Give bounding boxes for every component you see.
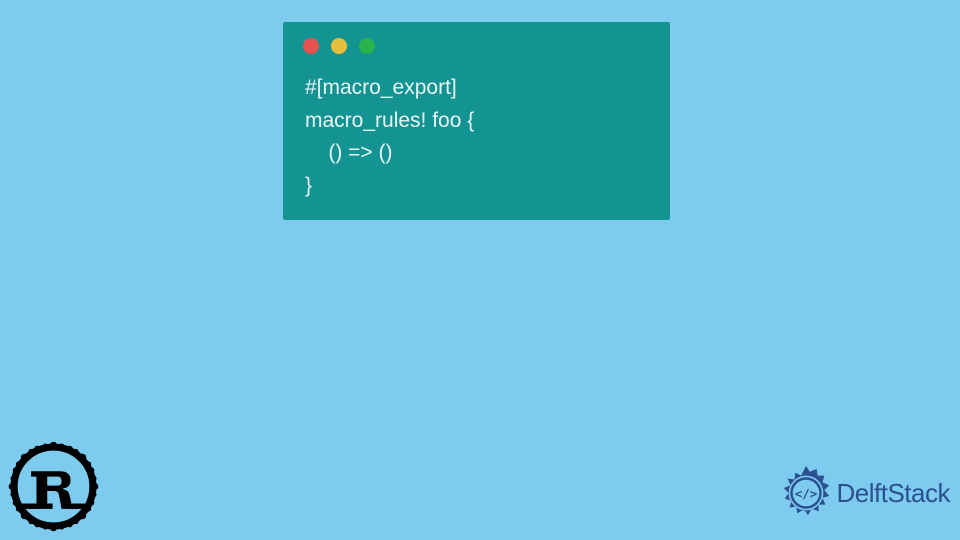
window-maximize-dot: [359, 38, 375, 54]
code-line-4: }: [305, 174, 312, 197]
delftstack-text: DelftStack: [837, 478, 951, 509]
code-line-1: #[macro_export]: [305, 76, 457, 99]
rust-logo-icon: [6, 439, 101, 534]
code-line-3: () => (): [305, 141, 393, 164]
svg-text:</>: </>: [794, 486, 817, 501]
delftstack-logo: </> DelftStack: [777, 464, 951, 522]
window-close-dot: [303, 38, 319, 54]
code-block: #[macro_export] macro_rules! foo { () =>…: [283, 62, 670, 202]
window-controls: [283, 22, 670, 62]
code-window: #[macro_export] macro_rules! foo { () =>…: [283, 22, 670, 220]
window-minimize-dot: [331, 38, 347, 54]
code-line-2: macro_rules! foo {: [305, 109, 474, 132]
delftstack-gear-icon: </>: [777, 464, 835, 522]
